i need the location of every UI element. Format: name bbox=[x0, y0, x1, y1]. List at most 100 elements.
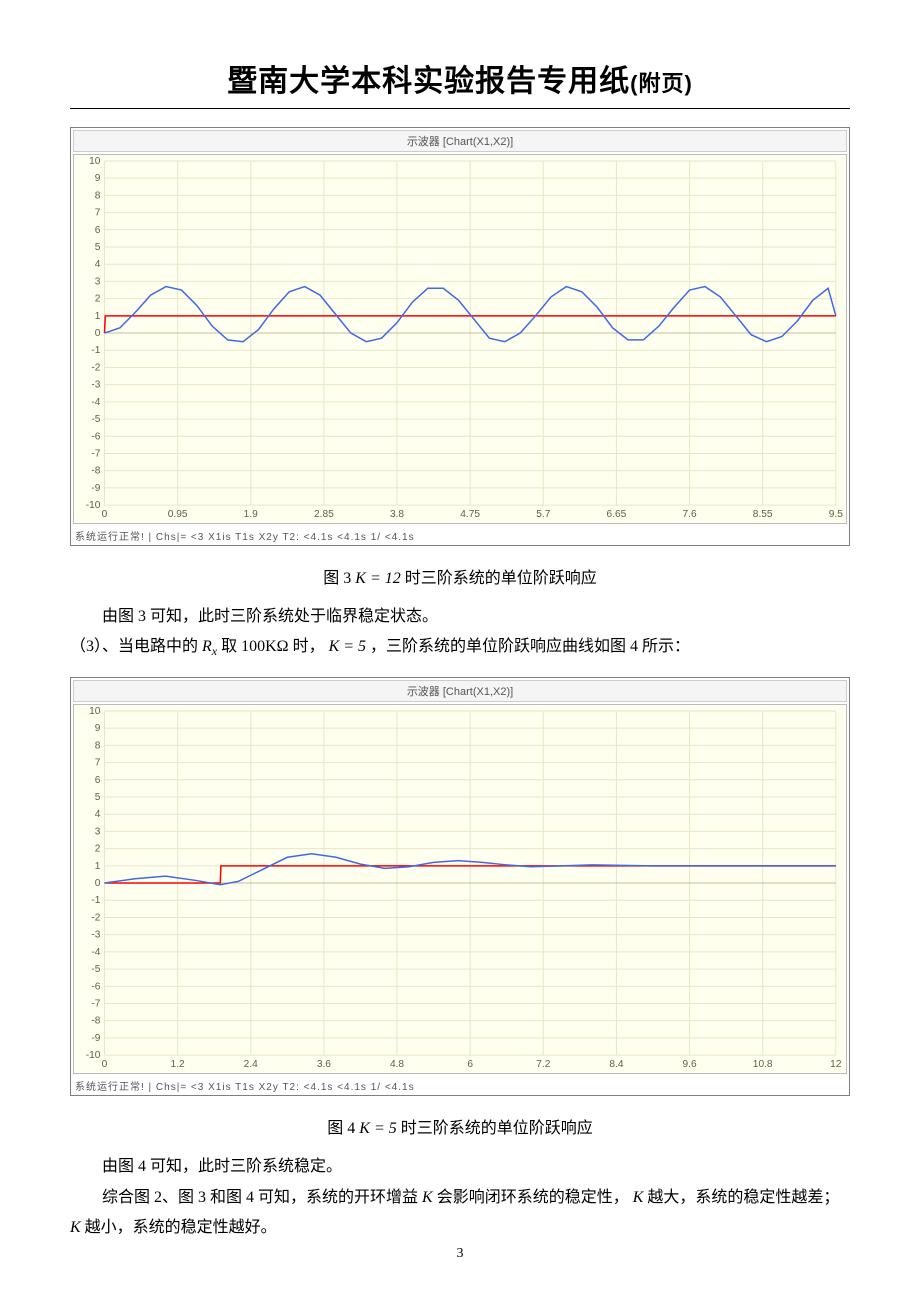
svg-text:6: 6 bbox=[95, 225, 101, 236]
svg-text:6: 6 bbox=[467, 1059, 473, 1070]
svg-text:-6: -6 bbox=[91, 431, 100, 442]
svg-text:-3: -3 bbox=[91, 380, 100, 391]
svg-text:-5: -5 bbox=[91, 965, 100, 976]
txt: 综合图 2、图 3 和图 4 可知，系统的开环增益 bbox=[102, 1189, 422, 1206]
svg-text:-9: -9 bbox=[91, 483, 100, 494]
figure-4-scope-title: 示波器 [Chart(X1,X2)] bbox=[73, 680, 847, 702]
svg-text:-3: -3 bbox=[91, 930, 100, 941]
svg-text:0: 0 bbox=[102, 1059, 108, 1070]
figure-4-caption-suffix: 时三阶系统的单位阶跃响应 bbox=[397, 1120, 593, 1137]
svg-text:7.6: 7.6 bbox=[683, 509, 698, 520]
svg-text:9.6: 9.6 bbox=[683, 1059, 698, 1070]
svg-text:-2: -2 bbox=[91, 913, 100, 924]
svg-text:7: 7 bbox=[95, 758, 101, 769]
svg-text:1.9: 1.9 bbox=[244, 509, 259, 520]
figure-3-scope-title: 示波器 [Chart(X1,X2)] bbox=[73, 130, 847, 152]
svg-text:4: 4 bbox=[95, 259, 101, 270]
svg-text:7: 7 bbox=[95, 208, 101, 219]
var-rx: R bbox=[202, 638, 212, 655]
svg-text:3.8: 3.8 bbox=[390, 509, 405, 520]
figure-4-scope: 示波器 [Chart(X1,X2)] -10-9-8-7-6-5-4-3-2-1… bbox=[70, 677, 850, 1096]
svg-text:1: 1 bbox=[95, 861, 101, 872]
figure-4-plot: -10-9-8-7-6-5-4-3-2-101234567891001.22.4… bbox=[73, 704, 847, 1074]
svg-text:8.4: 8.4 bbox=[609, 1059, 624, 1070]
svg-text:6.65: 6.65 bbox=[607, 509, 627, 520]
svg-text:7.2: 7.2 bbox=[536, 1059, 551, 1070]
txt: （3）、当电路中的 bbox=[70, 638, 202, 655]
txt: 会影响闭环系统的稳定性， bbox=[433, 1189, 633, 1206]
svg-text:5.7: 5.7 bbox=[536, 509, 551, 520]
svg-text:12: 12 bbox=[830, 1059, 842, 1070]
figure-4-caption-prefix: 图 4 bbox=[327, 1120, 359, 1137]
txt: 取 100KΩ 时， bbox=[217, 638, 328, 655]
svg-text:6: 6 bbox=[95, 775, 101, 786]
paragraph-case3: （3）、当电路中的 Rx 取 100KΩ 时， K = 5 ，三阶系统的单位阶跃… bbox=[70, 632, 850, 663]
svg-text:0: 0 bbox=[102, 509, 108, 520]
svg-text:-10: -10 bbox=[86, 1051, 101, 1062]
page-title: 暨南大学本科实验报告专用纸(附页) bbox=[70, 56, 850, 100]
figure-3-caption: 图 3 K = 12 时三阶系统的单位阶跃响应 bbox=[70, 564, 850, 588]
txt: ，三阶系统的单位阶跃响应曲线如图 4 所示： bbox=[366, 638, 690, 655]
svg-text:10: 10 bbox=[89, 156, 101, 167]
var-k: K bbox=[633, 1189, 644, 1206]
svg-text:-7: -7 bbox=[91, 999, 100, 1010]
svg-text:-8: -8 bbox=[91, 1016, 100, 1027]
svg-text:4: 4 bbox=[95, 810, 101, 821]
figure-4-status: 系统运行正常! | Chs|= <3 X1is T1s X2y T2: <4.1… bbox=[73, 1076, 847, 1093]
txt: 越小，系统的稳定性越好。 bbox=[81, 1219, 277, 1236]
svg-text:2: 2 bbox=[95, 294, 101, 305]
svg-text:9: 9 bbox=[95, 173, 101, 184]
svg-text:1: 1 bbox=[95, 311, 101, 322]
figure-3-caption-suffix: 时三阶系统的单位阶跃响应 bbox=[401, 570, 597, 587]
svg-text:10: 10 bbox=[89, 706, 101, 717]
figure-3-status: 系统运行正常! | Chs|= <3 X1is T1s X2y T2: <4.1… bbox=[73, 526, 847, 543]
svg-text:9.5: 9.5 bbox=[829, 509, 844, 520]
svg-text:3.6: 3.6 bbox=[317, 1059, 332, 1070]
svg-text:2: 2 bbox=[95, 844, 101, 855]
svg-text:2.4: 2.4 bbox=[244, 1059, 259, 1070]
title-rule bbox=[70, 108, 850, 109]
title-sub: (附页) bbox=[630, 71, 693, 96]
var-k: K bbox=[70, 1219, 81, 1236]
svg-text:-1: -1 bbox=[91, 896, 100, 907]
svg-text:8: 8 bbox=[95, 741, 101, 752]
paragraph-summary: 综合图 2、图 3 和图 4 可知，系统的开环增益 K 会影响闭环系统的稳定性，… bbox=[70, 1183, 850, 1244]
svg-text:4.75: 4.75 bbox=[460, 509, 480, 520]
svg-text:0: 0 bbox=[95, 328, 101, 339]
figure-3-scope: 示波器 [Chart(X1,X2)] -10-9-8-7-6-5-4-3-2-1… bbox=[70, 127, 850, 546]
svg-text:-1: -1 bbox=[91, 345, 100, 356]
svg-text:-8: -8 bbox=[91, 466, 100, 477]
figure-4-caption-var: K = 5 bbox=[359, 1120, 396, 1137]
var-k: K = 5 bbox=[329, 638, 366, 655]
svg-text:-10: -10 bbox=[86, 500, 101, 511]
var-k: K bbox=[422, 1189, 433, 1206]
svg-text:10.8: 10.8 bbox=[753, 1059, 773, 1070]
svg-text:-5: -5 bbox=[91, 414, 100, 425]
svg-text:0.95: 0.95 bbox=[168, 509, 188, 520]
figure-3-caption-prefix: 图 3 bbox=[323, 570, 355, 587]
svg-text:1.2: 1.2 bbox=[171, 1059, 186, 1070]
title-main: 暨南大学本科实验报告专用纸 bbox=[227, 65, 630, 98]
svg-text:8: 8 bbox=[95, 190, 101, 201]
svg-text:0: 0 bbox=[95, 878, 101, 889]
page-number: 3 bbox=[0, 1246, 920, 1262]
svg-text:-6: -6 bbox=[91, 982, 100, 993]
figure-4-caption: 图 4 K = 5 时三阶系统的单位阶跃响应 bbox=[70, 1114, 850, 1138]
svg-text:-7: -7 bbox=[91, 449, 100, 460]
txt: 越大，系统的稳定性越差； bbox=[643, 1189, 839, 1206]
svg-text:5: 5 bbox=[95, 792, 101, 803]
figure-3-plot: -10-9-8-7-6-5-4-3-2-101234567891000.951.… bbox=[73, 154, 847, 524]
svg-text:-4: -4 bbox=[91, 947, 100, 958]
svg-text:-9: -9 bbox=[91, 1033, 100, 1044]
svg-text:3: 3 bbox=[95, 276, 101, 287]
figure-3-caption-var: K = 12 bbox=[355, 570, 400, 587]
svg-text:8.55: 8.55 bbox=[753, 509, 773, 520]
svg-text:5: 5 bbox=[95, 242, 101, 253]
paragraph-fig3: 由图 3 可知，此时三阶系统处于临界稳定状态。 bbox=[70, 602, 850, 632]
svg-text:-4: -4 bbox=[91, 397, 100, 408]
svg-text:4.8: 4.8 bbox=[390, 1059, 405, 1070]
svg-text:3: 3 bbox=[95, 827, 101, 838]
svg-text:9: 9 bbox=[95, 724, 101, 735]
paragraph-fig4: 由图 4 可知，此时三阶系统稳定。 bbox=[70, 1152, 850, 1182]
svg-text:-2: -2 bbox=[91, 363, 100, 374]
